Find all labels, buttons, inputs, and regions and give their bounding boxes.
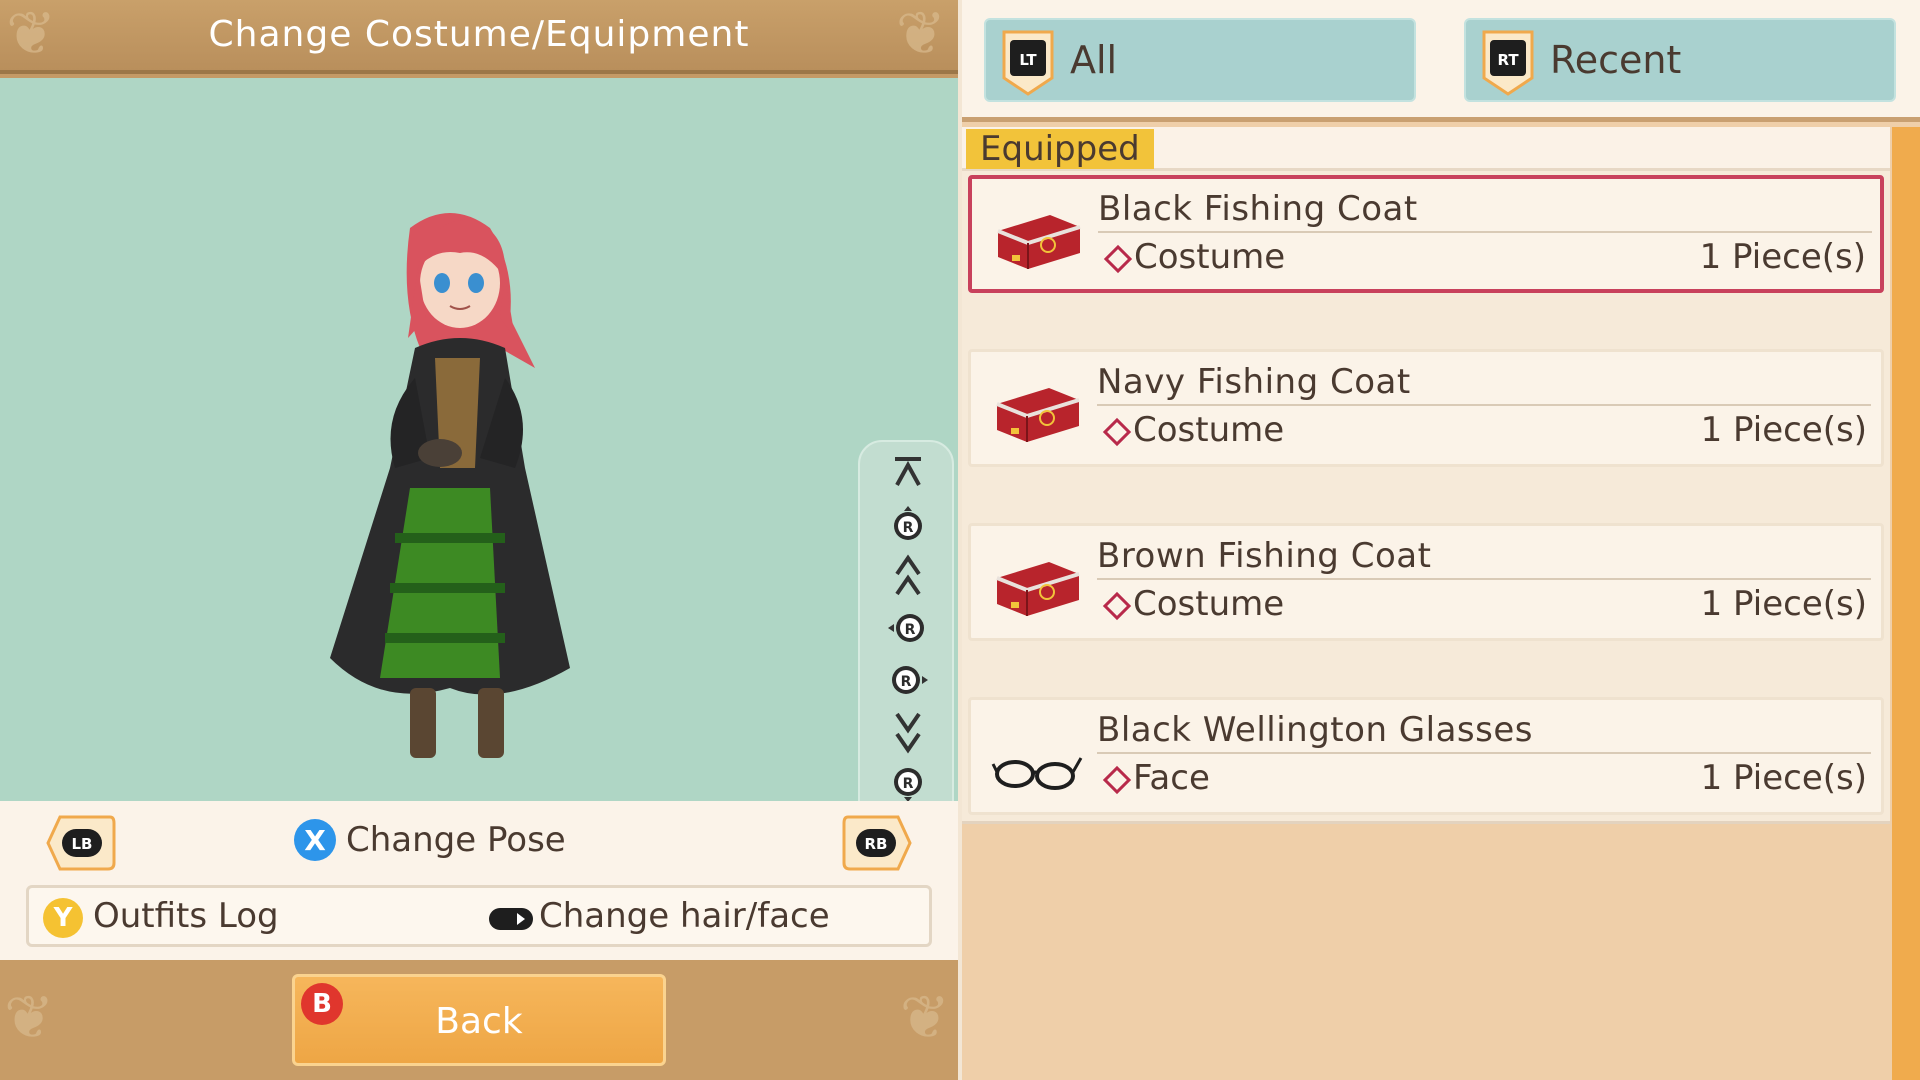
tab-recent[interactable]: RT Recent	[1464, 18, 1896, 102]
item-name: Navy Fishing Coat	[1097, 362, 1411, 402]
inventory-panel: LT All RT Recent Equipped Black Fishing …	[962, 0, 1920, 1080]
double-up-arrow-icon[interactable]	[860, 554, 956, 598]
item-name: Brown Fishing Coat	[1097, 536, 1432, 576]
change-pose-hint[interactable]: X Change Pose	[294, 819, 566, 861]
tab-recent-label: Recent	[1550, 38, 1682, 82]
tab-all[interactable]: LT All	[984, 18, 1416, 102]
glasses-icon	[991, 757, 1083, 790]
item-divider	[1097, 578, 1871, 580]
secondary-actions-bar: Y Outfits Log Change hair/face	[26, 885, 932, 947]
item-category: Costume	[1134, 237, 1286, 277]
x-button-icon: X	[294, 819, 336, 861]
outfits-log-button[interactable]: Outfits Log	[93, 896, 279, 936]
item-divider	[1097, 752, 1871, 754]
category-diamond-icon	[1102, 591, 1132, 621]
item-card[interactable]: Black Wellington Glasses Face 1 Piece(s)	[968, 697, 1884, 815]
preview-panel: ❦ ❦ Change Costume/Equipment R R R R LB …	[0, 0, 958, 1080]
item-name: Black Fishing Coat	[1098, 189, 1418, 229]
lt-glyph: LT	[1019, 51, 1037, 69]
rb-button[interactable]: RB	[842, 813, 914, 873]
ornament-bottom-left: ❦	[4, 983, 55, 1053]
page-title: Change Costume/Equipment	[208, 14, 750, 55]
rb-glyph: RB	[865, 835, 888, 853]
back-button[interactable]: B Back	[292, 974, 666, 1066]
scrollbar[interactable]	[1892, 127, 1920, 1080]
list-empty-space	[962, 821, 1890, 1080]
change-hair-face-button[interactable]: Change hair/face	[539, 896, 830, 936]
double-down-arrow-icon[interactable]	[860, 710, 956, 754]
lb-button[interactable]: LB	[44, 813, 116, 873]
equipped-tag: Equipped	[966, 129, 1154, 169]
item-name: Black Wellington Glasses	[1097, 710, 1533, 750]
stick-glyph: R	[905, 622, 916, 638]
lt-button-icon: LT	[1002, 30, 1054, 96]
item-quantity: 1 Piece(s)	[1700, 584, 1867, 624]
title-bar: ❦ ❦ Change Costume/Equipment	[0, 0, 958, 74]
character-model[interactable]	[300, 208, 660, 788]
item-category: Face	[1133, 758, 1210, 798]
costume-case-icon	[996, 388, 1080, 442]
stick-right-icon[interactable]: R	[860, 658, 956, 702]
list-item: Navy Fishing Coat Costume 1 Piece(s)	[962, 345, 1890, 519]
change-pose-label: Change Pose	[346, 820, 566, 860]
item-card-selected[interactable]: Black Fishing Coat Costume 1 Piece(s)	[968, 175, 1884, 293]
control-hints: LB X Change Pose RB Y Outfits Log Change…	[0, 801, 958, 960]
stick-down-icon[interactable]: R	[860, 762, 956, 806]
item-divider	[1097, 404, 1871, 406]
stick-glyph: R	[903, 520, 914, 536]
filter-tabs: LT All RT Recent	[962, 0, 1920, 122]
item-card[interactable]: Brown Fishing Coat Costume 1 Piece(s)	[968, 523, 1884, 641]
back-label: Back	[435, 1001, 523, 1042]
category-diamond-icon	[1102, 765, 1132, 795]
stick-glyph: R	[901, 674, 912, 690]
category-diamond-icon	[1103, 244, 1133, 274]
costume-case-icon	[997, 215, 1081, 269]
item-quantity: 1 Piece(s)	[1699, 237, 1866, 277]
right-stick-icon	[489, 908, 533, 930]
tab-all-label: All	[1070, 38, 1118, 82]
item-quantity: 1 Piece(s)	[1700, 758, 1867, 798]
category-diamond-icon	[1102, 417, 1132, 447]
list-item: Brown Fishing Coat Costume 1 Piece(s)	[962, 519, 1890, 693]
stick-left-icon[interactable]: R	[860, 606, 956, 650]
list-item: Black Fishing Coat Costume 1 Piece(s)	[962, 171, 1890, 345]
item-card[interactable]: Navy Fishing Coat Costume 1 Piece(s)	[968, 349, 1884, 467]
top-arrow-icon[interactable]	[860, 450, 956, 494]
item-quantity: 1 Piece(s)	[1700, 410, 1867, 450]
list-item: Black Wellington Glasses Face 1 Piece(s)	[962, 693, 1890, 821]
rt-glyph: RT	[1497, 51, 1519, 69]
y-button-icon: Y	[43, 898, 83, 938]
costume-case-icon	[996, 562, 1080, 616]
ornament-bottom-right: ❦	[899, 983, 950, 1053]
stick-up-icon[interactable]: R	[860, 502, 956, 546]
character-viewer[interactable]: R R R R	[0, 78, 958, 872]
item-category: Costume	[1133, 410, 1285, 450]
section-header: Equipped	[962, 127, 1890, 171]
lb-glyph: LB	[72, 835, 93, 853]
stick-glyph: R	[903, 776, 914, 792]
bottom-bar: ❦ ❦ B Back	[0, 960, 958, 1080]
item-divider	[1098, 231, 1872, 233]
item-category: Costume	[1133, 584, 1285, 624]
item-list: Equipped Black Fishing Coat Costume 1 Pi…	[962, 127, 1890, 1080]
rt-button-icon: RT	[1482, 30, 1534, 96]
